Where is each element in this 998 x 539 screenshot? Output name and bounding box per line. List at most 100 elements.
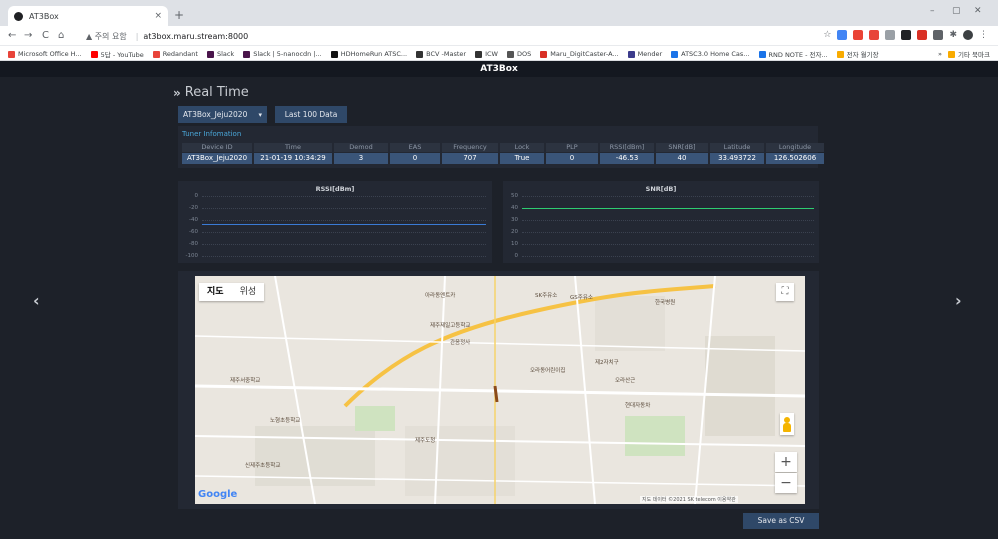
maximize-button[interactable]: ▢	[952, 6, 961, 16]
extension-icon[interactable]	[901, 30, 912, 40]
bookmark-favicon-icon	[416, 50, 424, 58]
bookmark-favicon-icon	[8, 50, 15, 58]
reload-button[interactable]: C	[42, 30, 49, 41]
bookmark-item[interactable]: ICW	[475, 49, 498, 59]
security-warning[interactable]: ▲ 주의 요함	[86, 31, 127, 42]
device-select[interactable]: AT3Box_Jeju2020 ▾	[178, 106, 267, 123]
tuner-column: Latitude 33.493722	[710, 143, 764, 164]
bookmark-item[interactable]: Microsoft Office H...	[8, 49, 82, 59]
bookmark-item[interactable]: BCV -Master	[416, 49, 466, 59]
new-tab-button[interactable]: +	[174, 8, 184, 22]
grid-line	[202, 244, 486, 245]
grid-line	[202, 256, 486, 257]
grid-line	[202, 208, 486, 209]
extension-icons: ☆ ✱ ⋮	[823, 30, 988, 40]
app-title: AT3Box	[480, 64, 518, 74]
tab-title: AT3Box	[29, 11, 59, 21]
last-100-data-button[interactable]: Last 100 Data	[275, 106, 347, 123]
tuner-column-value: 40	[656, 153, 708, 164]
bookmark-item[interactable]: Mender	[627, 49, 662, 59]
y-tick-label: -100	[185, 253, 198, 259]
map-place-label: GS주유소	[570, 295, 593, 301]
tuner-column-value: 0	[390, 153, 440, 164]
bookmark-label: 전자 월기장	[846, 51, 879, 59]
minimize-button[interactable]: –	[930, 6, 935, 16]
prev-arrow-icon[interactable]: ‹	[33, 291, 40, 310]
bookmarks-overflow-button[interactable]: »	[938, 50, 942, 58]
home-button[interactable]: ⌂	[58, 30, 64, 41]
map-view[interactable]: 아라동엔트카 SK주유소 GS주유소 한국병원 제주제일고등학교 관음정사 제2자치구 오라동…	[195, 276, 805, 504]
menu-dots-icon[interactable]: ⋮	[979, 30, 988, 40]
tuner-column: SNR[dB] 40	[656, 143, 708, 164]
y-tick-label: -20	[189, 205, 198, 211]
bookmark-favicon-icon	[627, 50, 635, 58]
globe-icon	[14, 11, 23, 21]
map-place-label: 제주제일고등학교	[430, 323, 471, 329]
grid-line	[522, 256, 814, 257]
window-close-button[interactable]: ✕	[974, 6, 982, 16]
grid-line	[202, 220, 486, 221]
map-place-label: 제2자치구	[595, 360, 619, 366]
bookmark-item[interactable]: 5답 - YouTube	[90, 49, 144, 59]
y-tick-label: -80	[189, 241, 198, 247]
map-type-map-button[interactable]: 지도	[199, 283, 232, 301]
map-attribution[interactable]: 지도 데이터 ©2021 SK telecom 이용약관	[640, 496, 738, 503]
y-tick-label: 20	[511, 229, 518, 235]
folder-icon	[948, 50, 956, 58]
rssi-chart-title: RSSI[dBm]	[315, 185, 355, 193]
bookmark-label: RND NOTE - 전자...	[768, 51, 828, 59]
bookmark-favicon-icon	[90, 50, 98, 58]
y-tick-label: 40	[511, 205, 518, 211]
page-heading: » Real Time	[173, 85, 249, 100]
y-tick-label: -60	[189, 229, 198, 235]
puzzle-icon[interactable]: ✱	[949, 30, 957, 40]
extension-icon[interactable]	[853, 30, 864, 40]
app-title-bar: AT3Box	[0, 61, 998, 77]
extension-icon[interactable]	[869, 30, 880, 40]
bookmark-item[interactable]: 전자 월기장	[836, 49, 879, 59]
bookmark-item[interactable]: Slack | 5-nanocdn |...	[243, 49, 322, 59]
profile-avatar[interactable]	[963, 30, 973, 40]
bookmark-label: Maru_DigitCaster-A...	[550, 50, 619, 58]
bookmark-item[interactable]: ATSC3.0 Home Cas...	[671, 49, 750, 59]
bookmark-item[interactable]: DOS	[506, 49, 531, 59]
back-button[interactable]: ←	[8, 30, 16, 41]
forward-button[interactable]: →	[24, 30, 32, 41]
zoom-out-button[interactable]: −	[775, 473, 797, 493]
map-roads	[195, 276, 805, 504]
app-page: AT3Box ‹ › » Real Time AT3Box_Jeju2020 ▾…	[0, 61, 998, 539]
bookmark-list: Microsoft Office H... 5답 - YouTube Redanda…	[8, 49, 879, 59]
grid-line	[202, 196, 486, 197]
extension-icon[interactable]	[885, 30, 896, 40]
star-icon[interactable]: ☆	[823, 30, 831, 40]
map-type-satellite-button[interactable]: 위성	[232, 283, 265, 301]
bookmark-item[interactable]: HDHomeRun ATSC...	[330, 49, 407, 59]
extension-icon[interactable]	[837, 30, 848, 40]
tuner-title: Tuner Infomation	[182, 130, 242, 138]
fullscreen-icon[interactable]: ⛶	[776, 283, 794, 301]
tuner-column-header: Lock	[500, 143, 544, 152]
extension-icon[interactable]	[933, 30, 944, 40]
next-arrow-icon[interactable]: ›	[955, 291, 962, 310]
tuner-column-header: SNR[dB]	[656, 143, 708, 152]
tuner-column-value: 21-01-19 10:34:29	[254, 153, 332, 164]
bookmark-item[interactable]: Maru_DigitCaster-A...	[540, 49, 619, 59]
extension-icon[interactable]	[917, 30, 928, 40]
street-view-pegman-icon[interactable]	[780, 413, 794, 435]
browser-tab[interactable]: AT3Box ×	[8, 6, 168, 26]
tuner-column-header: Latitude	[710, 143, 764, 152]
bookmark-item[interactable]: Redandant	[152, 49, 198, 59]
bookmark-item[interactable]: Slack	[206, 49, 234, 59]
y-tick-label: 30	[511, 217, 518, 223]
zoom-in-button[interactable]: +	[775, 452, 797, 472]
save-as-csv-button[interactable]: Save as CSV	[743, 513, 819, 529]
bookmark-item[interactable]: RND NOTE - 전자...	[758, 49, 828, 59]
other-bookmarks[interactable]: 기타 북마크	[948, 49, 990, 59]
address-bar[interactable]: ▲ 주의 요함 | at3box.maru.stream:8000	[86, 29, 806, 43]
tab-close-icon[interactable]: ×	[154, 11, 162, 21]
bookmark-favicon-icon	[243, 50, 251, 58]
series-line	[202, 223, 486, 225]
tuner-column-header: EAS	[390, 143, 440, 152]
map-place-label: 노형초등학교	[270, 418, 301, 424]
bookmark-favicon-icon	[475, 50, 483, 58]
